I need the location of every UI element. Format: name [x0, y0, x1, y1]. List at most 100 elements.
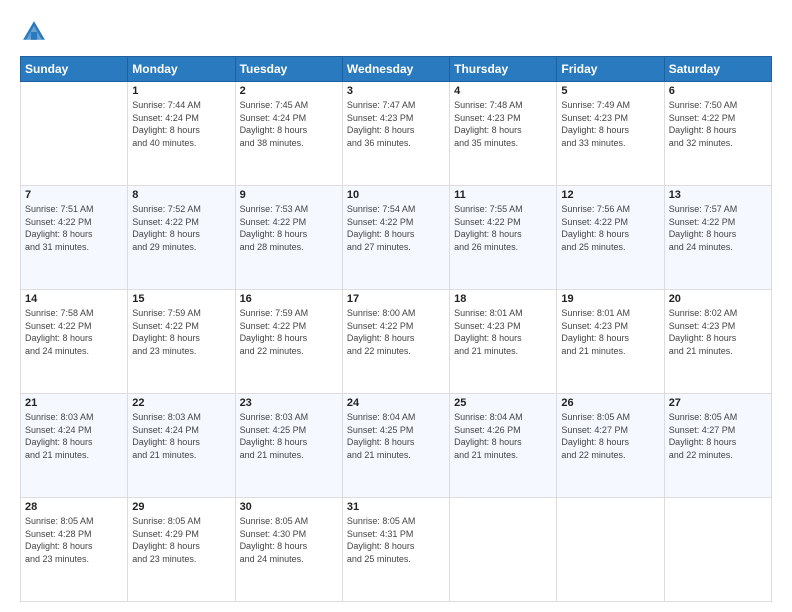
day-info: Sunrise: 8:03 AM Sunset: 4:24 PM Dayligh…	[132, 411, 230, 461]
day-info: Sunrise: 8:05 AM Sunset: 4:29 PM Dayligh…	[132, 515, 230, 565]
weekday-header-row: Sunday Monday Tuesday Wednesday Thursday…	[21, 57, 772, 82]
day-info: Sunrise: 7:58 AM Sunset: 4:22 PM Dayligh…	[25, 307, 123, 357]
day-info: Sunrise: 7:47 AM Sunset: 4:23 PM Dayligh…	[347, 99, 445, 149]
day-number: 8	[132, 189, 230, 201]
day-number: 22	[132, 397, 230, 409]
day-info: Sunrise: 8:05 AM Sunset: 4:30 PM Dayligh…	[240, 515, 338, 565]
day-number: 29	[132, 501, 230, 513]
header-monday: Monday	[128, 57, 235, 82]
day-number: 24	[347, 397, 445, 409]
day-number: 2	[240, 85, 338, 97]
day-number: 14	[25, 293, 123, 305]
day-number: 3	[347, 85, 445, 97]
day-info: Sunrise: 8:05 AM Sunset: 4:31 PM Dayligh…	[347, 515, 445, 565]
calendar-cell: 26Sunrise: 8:05 AM Sunset: 4:27 PM Dayli…	[557, 394, 664, 498]
page-header	[20, 18, 772, 46]
day-info: Sunrise: 8:01 AM Sunset: 4:23 PM Dayligh…	[561, 307, 659, 357]
day-number: 1	[132, 85, 230, 97]
day-number: 15	[132, 293, 230, 305]
calendar-cell	[21, 82, 128, 186]
calendar-cell: 30 Sunrise: 8:05 AM Sunset: 4:30 PM Dayli…	[235, 498, 342, 602]
day-info: Sunrise: 7:45 AM Sunset: 4:24 PM Dayligh…	[240, 99, 338, 149]
header-thursday: Thursday	[450, 57, 557, 82]
calendar-cell: 15 Sunrise: 7:59 AM Sunset: 4:22 PM Dayli…	[128, 290, 235, 394]
calendar-cell: 31 Sunrise: 8:05 AM Sunset: 4:31 PM Dayli…	[342, 498, 449, 602]
calendar-week-row: 1Sunrise: 7:44 AM Sunset: 4:24 PM Daylig…	[21, 82, 772, 186]
day-number: 25	[454, 397, 552, 409]
header-saturday: Saturday	[664, 57, 771, 82]
day-info: Sunrise: 8:01 AM Sunset: 4:23 PM Dayligh…	[454, 307, 552, 357]
calendar-cell: 20Sunrise: 8:02 AM Sunset: 4:23 PM Dayli…	[664, 290, 771, 394]
day-info: Sunrise: 7:54 AM Sunset: 4:22 PM Dayligh…	[347, 203, 445, 253]
calendar-cell: 24 Sunrise: 8:04 AM Sunset: 4:25 PM Dayli…	[342, 394, 449, 498]
calendar-cell: 2 Sunrise: 7:45 AM Sunset: 4:24 PM Daylig…	[235, 82, 342, 186]
calendar-cell: 10 Sunrise: 7:54 AM Sunset: 4:22 PM Dayli…	[342, 186, 449, 290]
calendar-table: Sunday Monday Tuesday Wednesday Thursday…	[20, 56, 772, 602]
calendar-cell: 22 Sunrise: 8:03 AM Sunset: 4:24 PM Dayli…	[128, 394, 235, 498]
calendar-cell: 18Sunrise: 8:01 AM Sunset: 4:23 PM Dayli…	[450, 290, 557, 394]
day-info: Sunrise: 8:00 AM Sunset: 4:22 PM Dayligh…	[347, 307, 445, 357]
day-info: Sunrise: 8:05 AM Sunset: 4:28 PM Dayligh…	[25, 515, 123, 565]
calendar-cell	[664, 498, 771, 602]
calendar-cell: 27Sunrise: 8:05 AM Sunset: 4:27 PM Dayli…	[664, 394, 771, 498]
calendar-cell: 11 Sunrise: 7:55 AM Sunset: 4:22 PM Dayli…	[450, 186, 557, 290]
day-number: 10	[347, 189, 445, 201]
day-info: Sunrise: 7:55 AM Sunset: 4:22 PM Dayligh…	[454, 203, 552, 253]
calendar-cell	[450, 498, 557, 602]
day-number: 7	[25, 189, 123, 201]
day-number: 30	[240, 501, 338, 513]
day-number: 5	[561, 85, 659, 97]
calendar-cell: 1Sunrise: 7:44 AM Sunset: 4:24 PM Daylig…	[128, 82, 235, 186]
calendar-week-row: 28 Sunrise: 8:05 AM Sunset: 4:28 PM Dayli…	[21, 498, 772, 602]
calendar-cell: 7Sunrise: 7:51 AM Sunset: 4:22 PM Daylig…	[21, 186, 128, 290]
day-info: Sunrise: 8:04 AM Sunset: 4:25 PM Dayligh…	[347, 411, 445, 461]
day-info: Sunrise: 7:57 AM Sunset: 4:22 PM Dayligh…	[669, 203, 767, 253]
day-info: Sunrise: 7:59 AM Sunset: 4:22 PM Dayligh…	[132, 307, 230, 357]
calendar-cell: 9 Sunrise: 7:53 AM Sunset: 4:22 PM Daylig…	[235, 186, 342, 290]
day-number: 13	[669, 189, 767, 201]
day-number: 11	[454, 189, 552, 201]
calendar-cell: 8 Sunrise: 7:52 AM Sunset: 4:22 PM Daylig…	[128, 186, 235, 290]
day-number: 31	[347, 501, 445, 513]
calendar-cell: 14 Sunrise: 7:58 AM Sunset: 4:22 PM Dayli…	[21, 290, 128, 394]
day-number: 12	[561, 189, 659, 201]
calendar-cell: 17 Sunrise: 8:00 AM Sunset: 4:22 PM Dayli…	[342, 290, 449, 394]
calendar-cell: 21 Sunrise: 8:03 AM Sunset: 4:24 PM Dayli…	[21, 394, 128, 498]
day-info: Sunrise: 7:56 AM Sunset: 4:22 PM Dayligh…	[561, 203, 659, 253]
day-info: Sunrise: 8:02 AM Sunset: 4:23 PM Dayligh…	[669, 307, 767, 357]
calendar-cell: 3 Sunrise: 7:47 AM Sunset: 4:23 PM Daylig…	[342, 82, 449, 186]
header-sunday: Sunday	[21, 57, 128, 82]
calendar-week-row: 21 Sunrise: 8:03 AM Sunset: 4:24 PM Dayli…	[21, 394, 772, 498]
day-info: Sunrise: 8:04 AM Sunset: 4:26 PM Dayligh…	[454, 411, 552, 461]
calendar-cell: 28 Sunrise: 8:05 AM Sunset: 4:28 PM Dayli…	[21, 498, 128, 602]
day-info: Sunrise: 7:52 AM Sunset: 4:22 PM Dayligh…	[132, 203, 230, 253]
day-info: Sunrise: 8:03 AM Sunset: 4:25 PM Dayligh…	[240, 411, 338, 461]
day-number: 23	[240, 397, 338, 409]
day-number: 21	[25, 397, 123, 409]
calendar-cell: 19 Sunrise: 8:01 AM Sunset: 4:23 PM Dayli…	[557, 290, 664, 394]
day-info: Sunrise: 7:53 AM Sunset: 4:22 PM Dayligh…	[240, 203, 338, 253]
day-number: 9	[240, 189, 338, 201]
day-number: 17	[347, 293, 445, 305]
calendar-cell: 4Sunrise: 7:48 AM Sunset: 4:23 PM Daylig…	[450, 82, 557, 186]
day-number: 28	[25, 501, 123, 513]
calendar-week-row: 14 Sunrise: 7:58 AM Sunset: 4:22 PM Dayli…	[21, 290, 772, 394]
day-info: Sunrise: 7:50 AM Sunset: 4:22 PM Dayligh…	[669, 99, 767, 149]
day-info: Sunrise: 7:48 AM Sunset: 4:23 PM Dayligh…	[454, 99, 552, 149]
calendar-cell: 13 Sunrise: 7:57 AM Sunset: 4:22 PM Dayli…	[664, 186, 771, 290]
calendar-cell	[557, 498, 664, 602]
day-number: 27	[669, 397, 767, 409]
day-number: 19	[561, 293, 659, 305]
header-friday: Friday	[557, 57, 664, 82]
day-number: 26	[561, 397, 659, 409]
header-wednesday: Wednesday	[342, 57, 449, 82]
logo-icon	[20, 18, 48, 46]
day-info: Sunrise: 7:59 AM Sunset: 4:22 PM Dayligh…	[240, 307, 338, 357]
day-info: Sunrise: 8:03 AM Sunset: 4:24 PM Dayligh…	[25, 411, 123, 461]
calendar-cell: 29 Sunrise: 8:05 AM Sunset: 4:29 PM Dayli…	[128, 498, 235, 602]
calendar-cell: 16Sunrise: 7:59 AM Sunset: 4:22 PM Dayli…	[235, 290, 342, 394]
header-tuesday: Tuesday	[235, 57, 342, 82]
day-number: 6	[669, 85, 767, 97]
day-info: Sunrise: 7:49 AM Sunset: 4:23 PM Dayligh…	[561, 99, 659, 149]
calendar-cell: 25 Sunrise: 8:04 AM Sunset: 4:26 PM Dayli…	[450, 394, 557, 498]
